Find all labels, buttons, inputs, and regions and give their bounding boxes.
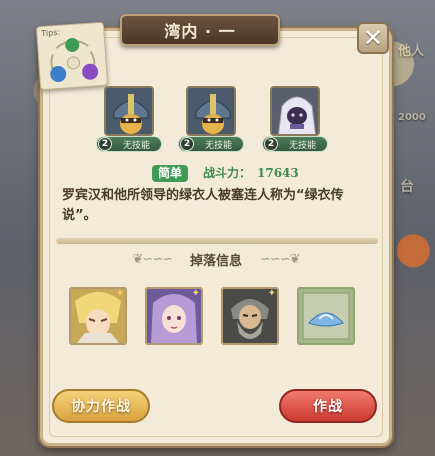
background-label-count: 2000 (398, 112, 426, 123)
drop-item[interactable]: ✦ (221, 287, 279, 345)
section-divider (56, 238, 378, 244)
ornament-right-icon: ∽∽∽❦ (260, 251, 301, 267)
enemy-slot[interactable]: 2 无技能 (262, 86, 328, 152)
enemy-skill-bar: 2 无技能 (262, 136, 328, 152)
enemy-skill: 无技能 (288, 140, 316, 151)
background-label-others: 他人 (398, 44, 425, 59)
element-cycle-icon (50, 37, 99, 83)
enemy-skill-bar: 2 无技能 (178, 136, 244, 152)
power-value: 17643 (257, 166, 299, 180)
drop-item[interactable]: ✦ (69, 287, 127, 345)
enemy-level: 2 (180, 137, 194, 151)
stage-description: 罗宾汉和他所领导的绿衣人被塞连人称为“绿衣传说”。 (62, 188, 344, 223)
close-button[interactable]: ✕ (357, 22, 389, 54)
drop-item[interactable] (297, 287, 355, 345)
stage-title-banner: 湾内 · 一 (120, 14, 280, 46)
close-icon: ✕ (362, 24, 384, 52)
coop-battle-button[interactable]: 协力作战 (52, 389, 150, 423)
enemy-slot[interactable]: 2 无技能 (96, 86, 162, 152)
star-icon: ✦ (191, 288, 200, 299)
enemy-skill: 无技能 (122, 140, 150, 151)
drops-header: ❦∽∽∽ 掉落信息 ∽∽∽❦ (92, 250, 340, 269)
hooded-figure-portrait (270, 86, 320, 136)
drops-title: 掉落信息 (189, 253, 242, 269)
blue-crystal-item (299, 289, 353, 343)
difficulty-badge: 简单 (152, 165, 189, 182)
drop-item[interactable]: ✦ (145, 287, 203, 345)
star-icon: ✦ (267, 288, 276, 299)
helmeted-soldier-portrait (104, 86, 154, 136)
enemy-slot[interactable]: 2 无技能 (178, 86, 244, 152)
enemy-level: 2 (264, 137, 278, 151)
ornament-left-icon: ❦∽∽∽ (132, 251, 173, 267)
stage-title: 湾内 · 一 (164, 22, 236, 41)
battle-button[interactable]: 作战 (279, 389, 377, 423)
enemy-level: 2 (98, 137, 112, 151)
background-label-stage: 台 (400, 179, 414, 195)
enemy-skill: 无技能 (204, 140, 232, 151)
power-label: 战斗力： (203, 166, 252, 180)
helmeted-soldier-portrait (186, 86, 236, 136)
star-icon: ✦ (115, 288, 124, 299)
tips-card[interactable]: Tips: (35, 21, 109, 91)
enemy-skill-bar: 2 无技能 (96, 136, 162, 152)
